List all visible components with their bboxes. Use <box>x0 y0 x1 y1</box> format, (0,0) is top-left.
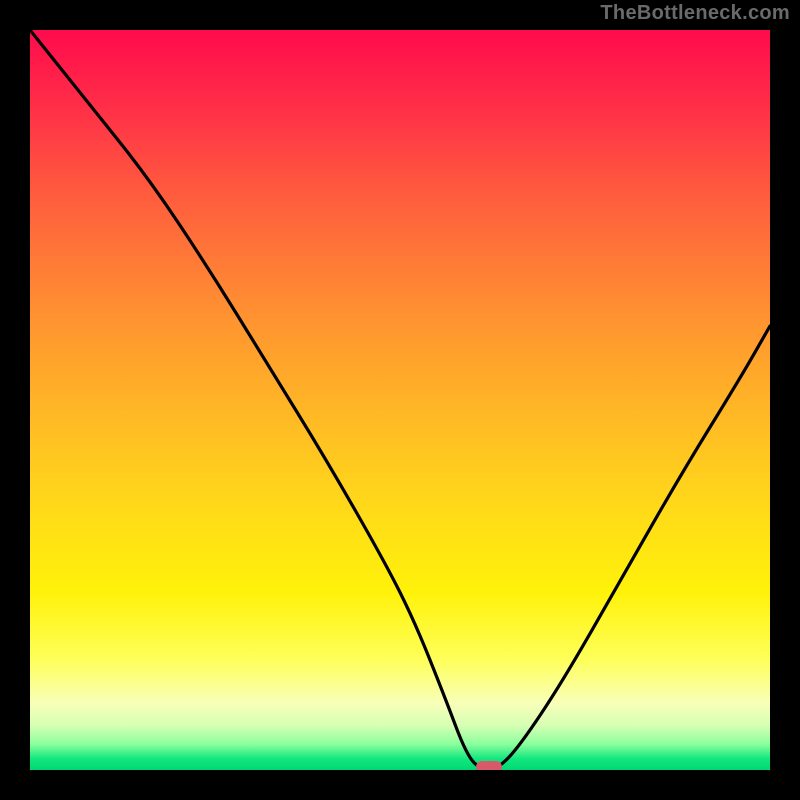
curve-svg <box>30 30 770 770</box>
optimal-marker <box>476 761 502 770</box>
plot-area <box>30 30 770 770</box>
bottleneck-curve-path <box>30 30 770 770</box>
chart-frame: TheBottleneck.com <box>0 0 800 800</box>
watermark-text: TheBottleneck.com <box>600 2 790 25</box>
